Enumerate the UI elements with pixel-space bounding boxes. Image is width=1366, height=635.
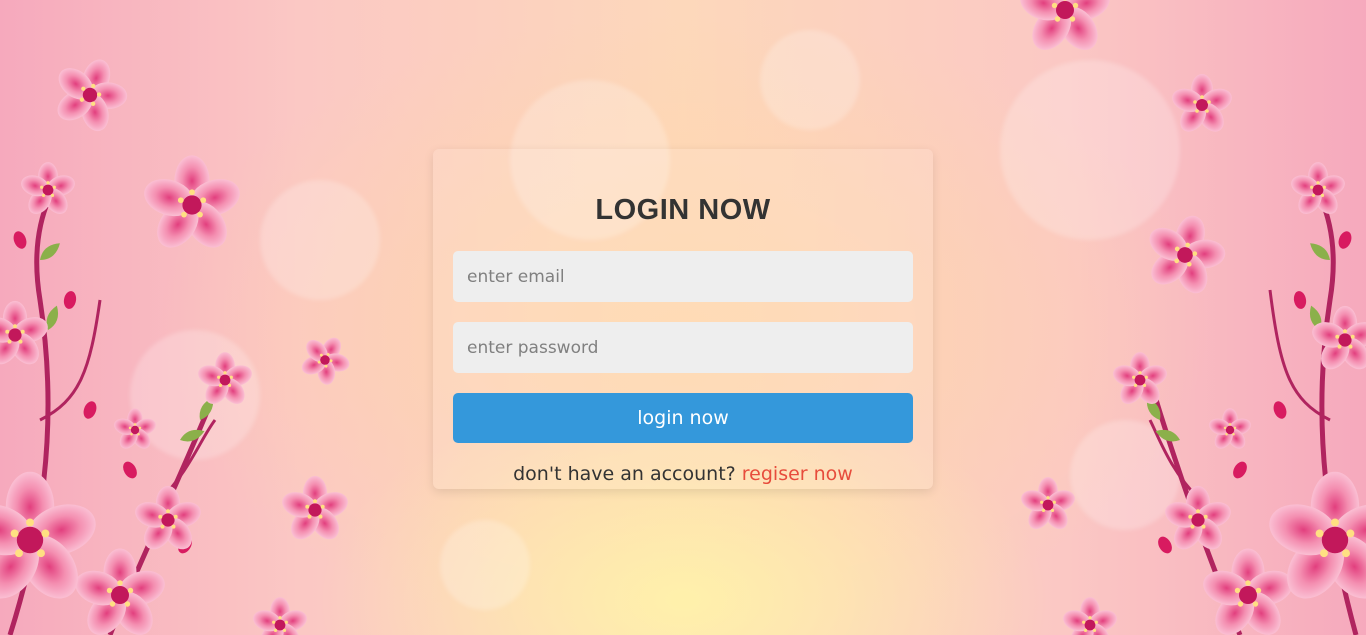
password-input[interactable] [453, 322, 913, 373]
register-link[interactable]: regiser now [742, 463, 853, 485]
form-title: LOGIN NOW [595, 194, 771, 226]
login-form: LOGIN NOW login now don't have an accoun… [433, 149, 933, 489]
bokeh-light [1000, 60, 1180, 240]
email-input[interactable] [453, 251, 913, 302]
bokeh-light [130, 330, 260, 460]
bokeh-light [440, 520, 530, 610]
bokeh-light [1070, 420, 1180, 530]
bokeh-light [260, 180, 380, 300]
register-prompt: don't have an account? regiser now [453, 462, 913, 486]
bokeh-light [760, 30, 860, 130]
login-button[interactable]: login now [453, 393, 913, 443]
register-prompt-text: don't have an account? [513, 463, 736, 485]
